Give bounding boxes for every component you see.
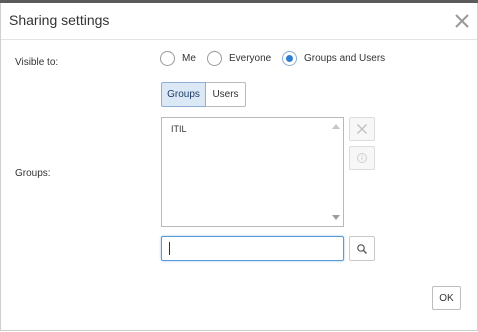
groups-listbox[interactable]: ITIL [161, 117, 344, 227]
radio-option-everyone[interactable]: Everyone [207, 51, 271, 66]
info-icon [357, 153, 367, 163]
group-search-input[interactable] [161, 236, 344, 261]
radio-groups-and-users[interactable] [282, 51, 297, 66]
radio-me-label: Me [182, 53, 196, 64]
groups-label: Groups: [15, 168, 51, 179]
close-icon [357, 124, 367, 134]
close-button[interactable] [452, 11, 472, 31]
tab-users[interactable]: Users [206, 82, 246, 107]
scroll-up-arrow-icon[interactable] [332, 124, 340, 129]
list-item[interactable]: ITIL [171, 124, 187, 134]
radio-option-me[interactable]: Me [160, 51, 196, 66]
tab-groups[interactable]: Groups [161, 82, 206, 107]
radio-everyone[interactable] [207, 51, 222, 66]
search-icon [357, 243, 367, 254]
radio-groups-and-users-label: Groups and Users [304, 53, 386, 64]
header-divider [1, 39, 477, 40]
dialog-title: Sharing settings [9, 12, 110, 28]
scroll-down-arrow-icon[interactable] [332, 215, 340, 220]
visible-to-label: Visible to: [15, 57, 59, 68]
ok-button[interactable]: OK [432, 286, 461, 310]
close-icon [455, 14, 469, 28]
group-info-button[interactable] [349, 146, 375, 170]
radio-everyone-label: Everyone [229, 53, 272, 64]
groups-users-toggle: Groups Users [161, 82, 246, 107]
radio-option-groups-and-users[interactable]: Groups and Users [282, 51, 385, 66]
search-button[interactable] [349, 236, 375, 261]
text-caret [169, 242, 170, 255]
radio-me[interactable] [160, 51, 175, 66]
remove-group-button[interactable] [349, 117, 375, 141]
